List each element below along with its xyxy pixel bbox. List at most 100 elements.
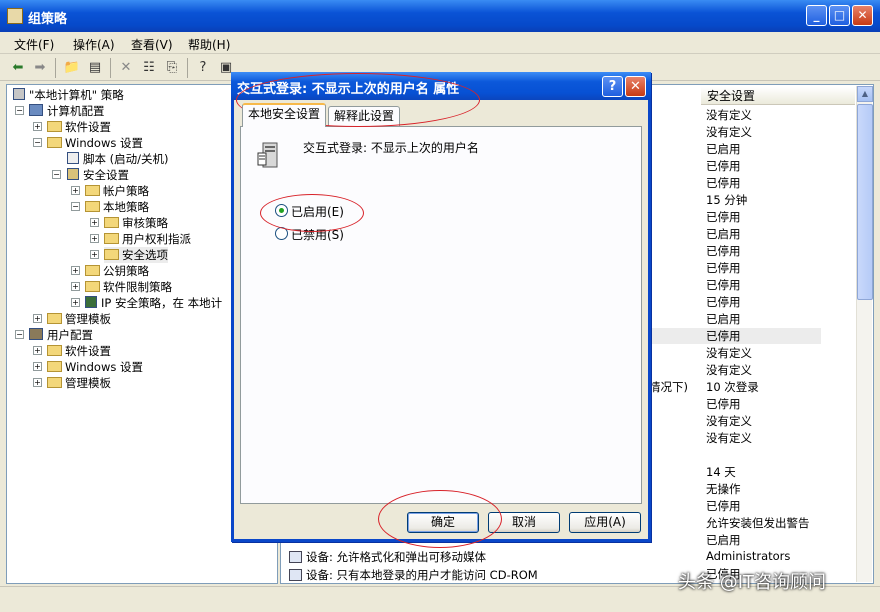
column-header-security-setting[interactable]: 安全设置	[701, 87, 855, 105]
policy-name-label: 交互式登录: 不显示上次的用户名	[303, 141, 479, 155]
folder-icon	[85, 265, 100, 276]
tree-item-windows-settings[interactable]: Windows 设置	[47, 135, 143, 151]
folder-icon	[47, 361, 62, 372]
menu-action[interactable]: 操作(A)	[73, 36, 115, 53]
dialog-title: 交互式登录: 不显示上次的用户名 属性	[237, 82, 460, 97]
expand-icon[interactable]: +	[33, 346, 42, 355]
folder-icon	[47, 137, 62, 148]
collapse-icon[interactable]: −	[15, 330, 24, 339]
security-setting-value: 没有定义	[706, 346, 752, 360]
tree-item-public-key[interactable]: 公钥策略	[85, 263, 149, 279]
script-icon	[67, 152, 79, 164]
tab-explain[interactable]: 解释此设置	[328, 106, 401, 126]
scroll-thumb[interactable]	[857, 104, 873, 300]
tree-item-audit-policy[interactable]: 审核策略	[104, 215, 168, 231]
tree-item-ip-security[interactable]: IP 安全策略，在 本地计	[85, 295, 222, 311]
tab-local-security-setting[interactable]: 本地安全设置	[242, 103, 327, 127]
radio-disabled-label[interactable]: 已禁用(S)	[291, 226, 344, 243]
security-icon	[67, 168, 79, 180]
tree-item-admin-templates[interactable]: 管理模板	[47, 311, 111, 327]
tree-item-user-config[interactable]: 用户配置	[29, 327, 93, 343]
expand-icon[interactable]: +	[90, 218, 99, 227]
policy-item-icon	[289, 569, 302, 581]
expand-icon[interactable]: +	[71, 282, 80, 291]
maximize-button[interactable]: □	[829, 5, 850, 26]
scroll-up-arrow-icon[interactable]: ▲	[857, 86, 873, 102]
toolbar-separator	[187, 58, 188, 78]
dialog-title-bar[interactable]: 交互式登录: 不显示上次的用户名 属性 ? ✕	[231, 72, 651, 100]
expand-icon[interactable]: +	[71, 266, 80, 275]
tree-item-computer-config[interactable]: 计算机配置	[29, 103, 105, 119]
close-button[interactable]: ✕	[852, 5, 873, 26]
delete-icon[interactable]: ✕	[116, 58, 136, 78]
properties-icon[interactable]: ☷	[139, 58, 159, 78]
cancel-button[interactable]: 取消	[488, 512, 560, 533]
security-setting-value: 已停用	[706, 210, 741, 224]
security-setting-value: 没有定义	[706, 125, 752, 139]
show-tree-icon[interactable]: ▤	[85, 58, 105, 78]
export-icon[interactable]: ⎘	[162, 58, 182, 78]
folder-icon	[85, 185, 100, 196]
expand-icon[interactable]: +	[33, 314, 42, 323]
radio-disabled[interactable]	[275, 227, 288, 240]
menu-help[interactable]: 帮助(H)	[188, 36, 230, 53]
expand-icon[interactable]: +	[33, 362, 42, 371]
security-setting-value: 已停用	[706, 244, 741, 258]
up-folder-icon[interactable]: 📁	[62, 58, 82, 78]
tree-item-user-rights[interactable]: 用户权利指派	[104, 231, 191, 247]
tree-item-software-settings[interactable]: 软件设置	[47, 119, 111, 135]
folder-icon	[47, 313, 62, 324]
minimize-button[interactable]: _	[806, 5, 827, 26]
vertical-scrollbar[interactable]: ▲	[856, 86, 873, 582]
dialog-close-button[interactable]: ✕	[625, 76, 646, 97]
tree-item-user-windows[interactable]: Windows 设置	[47, 359, 143, 375]
tree-item-user-software[interactable]: 软件设置	[47, 343, 111, 359]
tree-item-scripts[interactable]: 脚本 (启动/关机)	[67, 151, 169, 167]
properties-dialog[interactable]: 交互式登录: 不显示上次的用户名 属性 ? ✕ 本地安全设置 解释此设置 交互式…	[231, 72, 651, 542]
help-icon[interactable]: ?	[193, 58, 213, 78]
expand-icon[interactable]: +	[33, 378, 42, 387]
server-policy-icon	[257, 141, 283, 169]
security-setting-value: 允许安装但发出警告	[706, 516, 810, 530]
tree-label: 公钥策略	[103, 264, 149, 278]
tree-label: 用户权利指派	[122, 232, 191, 246]
folder-icon	[47, 121, 62, 132]
expand-icon[interactable]: +	[33, 122, 42, 131]
radio-enabled[interactable]	[275, 204, 288, 217]
tree-label: Windows 设置	[65, 136, 143, 150]
tree-item-security-options[interactable]: 安全选项	[104, 247, 168, 263]
expand-icon[interactable]: +	[90, 234, 99, 243]
forward-arrow-icon[interactable]: ➡	[30, 58, 50, 78]
apply-button[interactable]: 应用(A)	[569, 512, 641, 533]
tree-item-account-policy[interactable]: 帐户策略	[85, 183, 149, 199]
menu-view[interactable]: 查看(V)	[131, 36, 173, 53]
policy-name: 设备: 允许格式化和弹出可移动媒体	[306, 550, 487, 564]
menu-file[interactable]: 文件(F)	[14, 36, 54, 53]
tree-item-local-policy[interactable]: 本地策略	[85, 199, 149, 215]
collapse-icon[interactable]: −	[33, 138, 42, 147]
tree-item-software-restriction[interactable]: 软件限制策略	[85, 279, 172, 295]
list-item[interactable]: 设备: 允许格式化和弹出可移动媒体	[289, 549, 486, 565]
radio-enabled-label[interactable]: 已启用(E)	[291, 203, 344, 220]
tree-item-user-admin-templates[interactable]: 管理模板	[47, 375, 111, 391]
tree-label: 本地策略	[103, 200, 149, 214]
tree-item-security-settings[interactable]: 安全设置	[67, 167, 129, 183]
tree-label: IP 安全策略，在 本地计	[101, 296, 223, 310]
list-item[interactable]: 设备: 只有本地登录的用户才能访问 CD-ROM	[289, 567, 538, 583]
security-setting-value: 没有定义	[706, 363, 752, 377]
ip-policy-icon	[85, 296, 97, 308]
collapse-icon[interactable]: −	[15, 106, 24, 115]
expand-icon[interactable]: +	[90, 250, 99, 259]
security-setting-value: 已停用	[706, 499, 741, 513]
security-setting-value: Administrators	[706, 549, 791, 563]
back-arrow-icon[interactable]: ⬅	[8, 58, 28, 78]
security-setting-value: 无操作	[706, 482, 741, 496]
tree-root[interactable]: "本地计算机" 策略	[13, 87, 124, 103]
collapse-icon[interactable]: −	[52, 170, 61, 179]
help-button[interactable]: ?	[602, 76, 623, 97]
expand-icon[interactable]: +	[71, 298, 80, 307]
collapse-icon[interactable]: −	[71, 202, 80, 211]
expand-icon[interactable]: +	[71, 186, 80, 195]
ok-button[interactable]: 确定	[407, 512, 479, 533]
main-title-bar[interactable]: 组策略 _ □ ✕	[0, 0, 880, 32]
